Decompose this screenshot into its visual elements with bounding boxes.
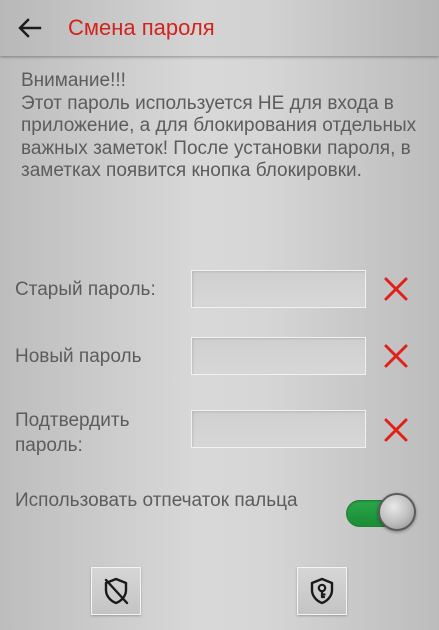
remove-lock-button[interactable] xyxy=(91,567,141,615)
warning-text: Внимание!!! Этот пароль используется НЕ … xyxy=(21,70,417,181)
clear-confirm-password-button[interactable] xyxy=(381,415,411,445)
back-button[interactable] xyxy=(12,10,48,46)
confirm-password-label: Подтвердить пароль: xyxy=(15,410,130,456)
arrow-left-icon xyxy=(18,18,42,38)
app-bar: Смена пароля xyxy=(0,0,439,56)
close-x-icon xyxy=(384,277,408,301)
close-x-icon xyxy=(384,344,408,368)
old-password-input[interactable] xyxy=(191,270,366,308)
shield-key-icon xyxy=(310,577,334,605)
shield-off-icon xyxy=(104,577,129,605)
clear-old-password-button[interactable] xyxy=(381,274,411,304)
set-lock-button[interactable] xyxy=(297,567,347,615)
page-title: Смена пароля xyxy=(68,15,215,40)
fingerprint-label: Использовать отпечаток пальца xyxy=(15,490,298,511)
clear-new-password-button[interactable] xyxy=(381,341,411,371)
new-password-input[interactable] xyxy=(191,337,366,375)
new-password-label: Новый пароль xyxy=(15,346,142,367)
toggle-knob xyxy=(378,493,416,531)
fingerprint-toggle[interactable] xyxy=(338,491,416,535)
close-x-icon xyxy=(384,418,408,442)
old-password-label: Старый пароль: xyxy=(15,279,156,300)
confirm-password-input[interactable] xyxy=(191,410,366,448)
